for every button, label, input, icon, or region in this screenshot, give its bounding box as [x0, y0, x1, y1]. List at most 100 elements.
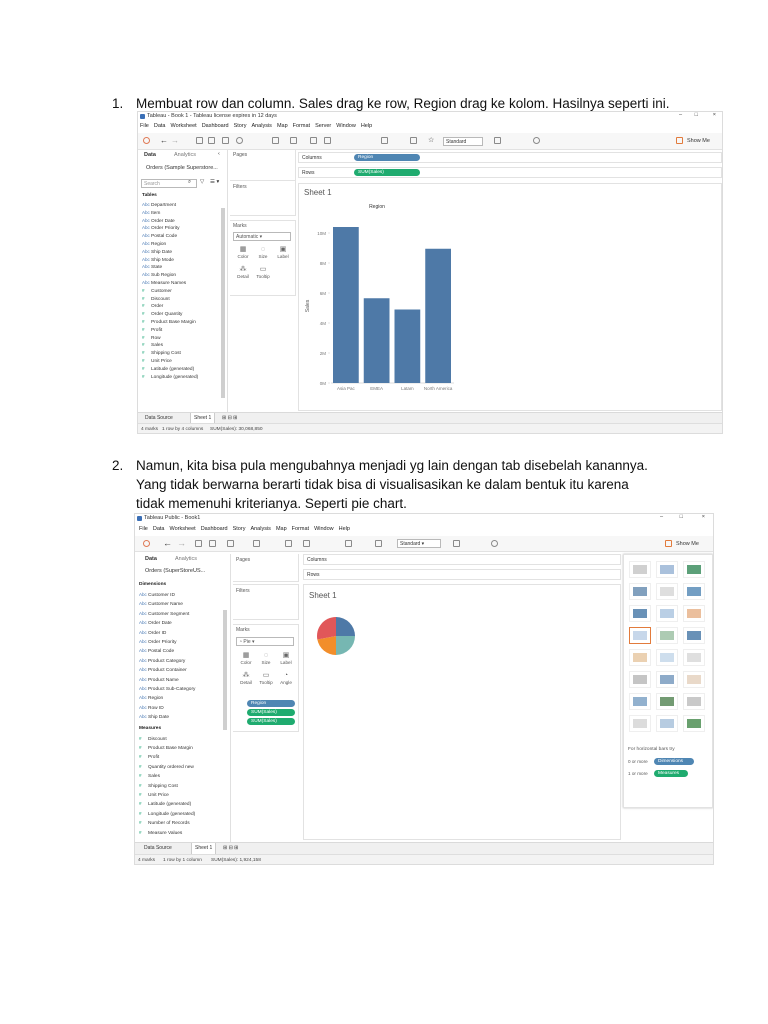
presentation-icon[interactable] [494, 137, 501, 144]
measure-field[interactable]: # Discount [139, 736, 167, 742]
menu-worksheet[interactable]: Worksheet [170, 526, 196, 532]
marks-size-button[interactable]: ◌ Size [257, 651, 275, 669]
measure-field[interactable]: # Longitude (generated) [139, 811, 195, 817]
show-me-button[interactable]: Show Me [687, 138, 710, 144]
show-me-chart-option[interactable] [656, 561, 678, 578]
pie-slice[interactable] [336, 617, 355, 636]
new-sheet-tab-icon[interactable]: ⊞ ⊟ ⊞ [222, 415, 237, 421]
columns-shelf[interactable]: Columns Region [298, 152, 722, 163]
menu-dashboard[interactable]: Dashboard [201, 526, 228, 532]
presentation-icon[interactable] [453, 540, 460, 547]
tab-sheet-1[interactable]: Sheet 1 [190, 413, 216, 423]
measure-field[interactable]: # Shipping Cost [142, 350, 181, 356]
show-me-chart-option[interactable] [656, 605, 678, 622]
marks-pill-region[interactable]: Region [247, 700, 295, 707]
marks-tooltip-button[interactable]: ▭ Tooltip [254, 265, 272, 283]
view-options-icon[interactable]: ☰ ▾ [210, 179, 219, 185]
fit-dropdown[interactable]: Standard [443, 137, 483, 146]
tableau-icon[interactable] [143, 540, 150, 547]
measure-field[interactable]: # Order [142, 303, 163, 309]
measure-field[interactable]: # Row [142, 335, 161, 341]
measure-field[interactable]: # Quantity ordered new [139, 764, 194, 770]
tooltip-icon[interactable] [410, 137, 417, 144]
show-me-chart-option[interactable] [656, 649, 678, 666]
measure-field[interactable]: # Discount [142, 296, 170, 302]
tab-analytics[interactable]: Analytics [174, 152, 196, 158]
measure-field[interactable]: # Latitude (generated) [139, 801, 191, 807]
dimension-field[interactable]: AbcDepartment [142, 202, 176, 208]
rows-shelf[interactable]: Rows SUM(Sales) [298, 167, 722, 178]
dimension-field[interactable]: AbcSub Region [142, 272, 176, 278]
menu-file[interactable]: File [140, 123, 149, 129]
show-me-icon[interactable] [676, 137, 683, 144]
new-sheet-icon[interactable] [222, 137, 229, 144]
show-me-chart-option[interactable] [683, 561, 705, 578]
mark-type-dropdown[interactable]: Automatic ▾ [233, 232, 291, 241]
measure-field[interactable]: # Product Base Margin [142, 319, 196, 325]
group-icon[interactable] [303, 540, 310, 547]
marks-label-button[interactable]: ▣ Label [277, 651, 295, 669]
sort-icon[interactable] [285, 540, 292, 547]
datasource-item[interactable]: Orders (SuperStoreUS... [145, 568, 205, 574]
dimension-field[interactable]: AbcProduct Name [139, 677, 179, 683]
marks-label-button[interactable]: ▣ Label [274, 245, 292, 263]
menu-help[interactable]: Help [361, 123, 372, 129]
menu-format[interactable]: Format [292, 526, 309, 532]
data-pane-scrollbar[interactable] [221, 208, 225, 398]
show-me-chart-option[interactable] [656, 671, 678, 688]
dimension-field[interactable]: AbcMeasure Names [142, 280, 186, 286]
show-me-chart-option[interactable] [656, 693, 678, 710]
menu-file[interactable]: File [139, 526, 148, 532]
tab-analytics[interactable]: Analytics [175, 556, 197, 562]
measure-field[interactable]: # Profit [142, 327, 162, 333]
collapse-icon[interactable]: ‹ [218, 151, 220, 157]
rows-pill-sales[interactable]: SUM(Sales) [354, 169, 420, 176]
dimension-field[interactable]: AbcPostal Code [142, 233, 177, 239]
menu-map[interactable]: Map [277, 123, 288, 129]
close-icon[interactable]: × [713, 112, 716, 118]
show-me-chart-option[interactable] [629, 605, 651, 622]
menu-worksheet[interactable]: Worksheet [171, 123, 197, 129]
measure-field[interactable]: # Number of Records [139, 820, 190, 826]
new-sheet-tab-icon[interactable]: ⊞ ⊟ ⊞ [223, 845, 238, 851]
dimension-field[interactable]: AbcPostal Code [139, 648, 174, 654]
menu-server[interactable]: Server [315, 123, 331, 129]
minimize-icon[interactable]: – [660, 514, 663, 520]
undo-icon[interactable] [236, 137, 243, 144]
save-icon[interactable] [196, 137, 203, 144]
fit-dropdown[interactable]: Standard ▾ [397, 539, 441, 548]
swap-icon[interactable] [272, 137, 279, 144]
dimension-field[interactable]: AbcProduct Container [139, 667, 187, 673]
show-me-chart-option[interactable] [683, 605, 705, 622]
dimension-field[interactable]: AbcOrder Priority [142, 225, 180, 231]
dimension-field[interactable]: AbcShip Date [142, 249, 172, 255]
measure-field[interactable]: # Sales [142, 342, 163, 348]
rows-shelf[interactable]: Rows [303, 569, 621, 580]
tab-data-source[interactable]: Data Source [141, 843, 175, 854]
menu-analysis[interactable]: Analysis [251, 123, 271, 129]
show-me-chart-option[interactable] [656, 715, 678, 732]
new-datasource-icon[interactable] [208, 137, 215, 144]
dimension-field[interactable]: AbcCustomer ID [139, 592, 175, 598]
show-me-chart-option[interactable] [629, 583, 651, 600]
dimension-field[interactable]: AbcItem [142, 210, 160, 216]
marks-tooltip-button[interactable]: ▭ Tooltip [257, 671, 275, 689]
maximize-icon[interactable]: □ [680, 514, 683, 520]
minimize-icon[interactable]: – [679, 112, 682, 118]
marks-angle-button[interactable]: ◔ Angle [277, 671, 295, 689]
menu-data[interactable]: Data [153, 526, 165, 532]
measure-field[interactable]: # Shipping Cost [139, 783, 178, 789]
marks-color-button[interactable]: ▦ Color [237, 651, 255, 669]
measure-field[interactable]: # Customer [142, 288, 172, 294]
dimension-field[interactable]: AbcState [142, 264, 162, 270]
forward-icon[interactable]: → [177, 538, 186, 548]
measure-field[interactable]: # Profit [139, 754, 159, 760]
menu-data[interactable]: Data [154, 123, 166, 129]
menu-story[interactable]: Story [233, 526, 246, 532]
show-me-chart-option[interactable] [629, 671, 651, 688]
marks-pill-sales-angle[interactable]: SUM(Sales) [247, 709, 295, 716]
dimension-field[interactable]: AbcRegion [142, 241, 166, 247]
group-icon[interactable] [310, 137, 317, 144]
dimension-field[interactable]: AbcOrder Date [139, 620, 172, 626]
dimension-field[interactable]: AbcShip Mode [142, 257, 174, 263]
